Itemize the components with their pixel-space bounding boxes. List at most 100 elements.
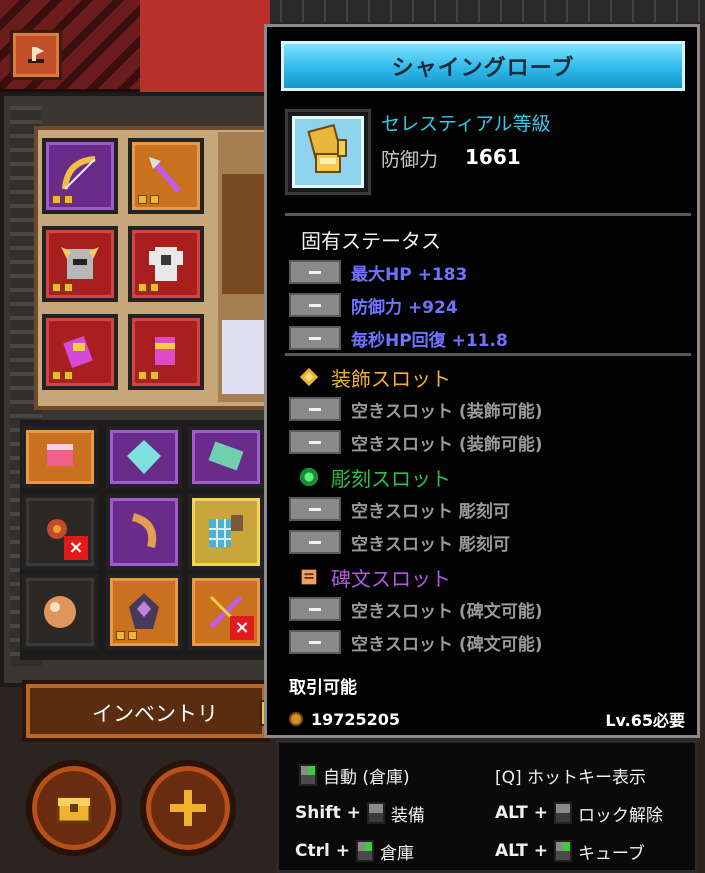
intrinsic-stats-header: 固有ステータス bbox=[301, 229, 441, 253]
character-preview bbox=[218, 132, 270, 402]
key-hints-panel: 自動 (倉庫) [Q] ホットキー表示 Shift + 装備 ALT + ロック… bbox=[276, 740, 698, 873]
equip-slot-arrow[interactable] bbox=[128, 138, 204, 214]
accessory-slot-header: 装飾スロット bbox=[297, 363, 451, 391]
hint-equip-text: 装備 bbox=[390, 805, 425, 826]
hint-hotkey: [Q] ホットキー表示 bbox=[495, 761, 646, 789]
stat-row: 防御力 +924 bbox=[289, 292, 458, 318]
stat-text: 最大HP +183 bbox=[351, 264, 468, 285]
cyan-gem-icon bbox=[127, 440, 161, 474]
equip-slot-bow[interactable] bbox=[42, 138, 118, 214]
shift-key: Shift + bbox=[295, 803, 361, 823]
item-tooltip: シャイングローブ セレスティアル等級 防御力 1661 固有ステータス 最大HP… bbox=[264, 24, 700, 738]
engrave-header-text: 彫刻スロット bbox=[331, 466, 451, 491]
gold-coin-icon bbox=[289, 712, 303, 726]
hint-ctrl-storage: Ctrl + 倉庫 bbox=[295, 837, 414, 865]
stat-text: 防御力 +924 bbox=[351, 297, 458, 318]
stat-text: 毎秒HP回復 +11.8 bbox=[351, 330, 508, 351]
gloves-icon bbox=[63, 336, 93, 368]
bow-icon bbox=[62, 156, 96, 190]
helmet-icon bbox=[61, 247, 99, 279]
mouse-right-icon bbox=[355, 840, 374, 862]
defense-label: 防御力 bbox=[381, 149, 439, 171]
inventory-slot-9[interactable]: × bbox=[188, 574, 264, 650]
item-grade: セレスティアル等級 bbox=[381, 113, 551, 135]
inventory-slot-1[interactable] bbox=[22, 426, 98, 488]
stat-marker bbox=[289, 326, 341, 350]
tradable-label: 取引可能 bbox=[289, 678, 357, 698]
empty-slot-text: 空きスロット (装飾可能) bbox=[351, 401, 543, 422]
equip-slot-boots[interactable] bbox=[128, 314, 204, 390]
spiked-armor-icon bbox=[129, 593, 159, 629]
alt-key: ALT + bbox=[495, 841, 548, 861]
armor-icon bbox=[149, 247, 183, 281]
defense-value: 1661 bbox=[465, 145, 521, 169]
chest-icon bbox=[56, 796, 92, 824]
arrow-icon bbox=[149, 157, 182, 193]
horn-icon bbox=[131, 513, 157, 548]
empty-slot-text: 空きスロット (碑文可能) bbox=[351, 634, 543, 655]
slot-marker bbox=[289, 397, 341, 421]
empty-slot-text: 空きスロット (碑文可能) bbox=[351, 601, 543, 622]
slot-marker bbox=[289, 497, 341, 521]
divider bbox=[285, 213, 691, 216]
inventory-slot-7[interactable] bbox=[22, 574, 98, 650]
stat-row: 最大HP +183 bbox=[289, 259, 467, 285]
stat-marker bbox=[289, 293, 341, 317]
alt-key: ALT + bbox=[495, 803, 548, 823]
item-icon-frame bbox=[285, 109, 371, 195]
hint-unlock-text: ロック解除 bbox=[577, 805, 663, 826]
mouse-icon bbox=[366, 802, 385, 824]
slot-marker bbox=[289, 597, 341, 621]
gold-amount: 19725205 bbox=[311, 709, 401, 729]
slot-marker bbox=[289, 630, 341, 654]
boots-icon bbox=[155, 337, 175, 365]
scroll-icon bbox=[301, 569, 317, 585]
equip-slot-armor[interactable] bbox=[128, 226, 204, 302]
inventory-slot-3[interactable] bbox=[188, 426, 264, 488]
locked-x-icon: × bbox=[230, 616, 254, 640]
hint-cube-text: キューブ bbox=[577, 843, 645, 864]
gauntlet-icon bbox=[307, 124, 347, 173]
rune-header-text: 碑文スロット bbox=[331, 566, 451, 591]
engrave-slot-row: 空きスロット 彫刻可 bbox=[289, 529, 510, 555]
empty-slot-text: 空きスロット (装飾可能) bbox=[351, 434, 543, 455]
hint-alt-unlock: ALT + ロック解除 bbox=[495, 799, 663, 827]
inventory-slot-6[interactable] bbox=[188, 494, 264, 570]
cross-icon bbox=[170, 790, 206, 826]
green-orb-icon bbox=[299, 467, 319, 487]
inventory-slot-5[interactable] bbox=[106, 494, 182, 570]
equip-slot-helmet[interactable] bbox=[42, 226, 118, 302]
chest-button[interactable] bbox=[26, 760, 122, 856]
mouse-right-icon bbox=[553, 840, 572, 862]
inventory-slot-2[interactable] bbox=[106, 426, 182, 488]
hint-auto-text: 自動 (倉庫) bbox=[323, 767, 410, 788]
diamond-icon bbox=[299, 367, 319, 387]
red-gem-icon bbox=[47, 444, 73, 466]
empty-slot-text: 空きスロット 彫刻可 bbox=[351, 534, 510, 555]
orange-orb-icon bbox=[44, 596, 76, 628]
item-title-bar: シャイングローブ bbox=[281, 41, 685, 91]
accessory-slot-row: 空きスロット (装飾可能) bbox=[289, 396, 542, 422]
slot-marker bbox=[289, 530, 341, 554]
equip-slot-gloves[interactable] bbox=[42, 314, 118, 390]
accessory-header-text: 装飾スロット bbox=[331, 366, 451, 391]
mouse-icon bbox=[553, 802, 572, 824]
locked-x-icon: × bbox=[64, 536, 88, 560]
grid-item-icon bbox=[209, 515, 243, 547]
hint-shift-equip: Shift + 装備 bbox=[295, 799, 425, 827]
rune-slot-row: 空きスロット (碑文可能) bbox=[289, 596, 542, 622]
teal-gem-icon bbox=[208, 441, 244, 471]
inventory-button[interactable]: インベントリ bbox=[22, 680, 286, 742]
inventory-slot-8[interactable] bbox=[106, 574, 182, 650]
slot-marker bbox=[289, 430, 341, 454]
back-button[interactable] bbox=[10, 30, 62, 80]
ctrl-key: Ctrl + bbox=[295, 841, 350, 861]
hint-alt-cube: ALT + キューブ bbox=[495, 837, 645, 865]
skill-button[interactable] bbox=[140, 760, 236, 856]
item-name: シャイングローブ bbox=[391, 56, 575, 81]
required-level: Lv.65必要 bbox=[605, 711, 685, 730]
inventory-slot-4[interactable]: × bbox=[22, 494, 98, 570]
hint-hotkey-text: [Q] ホットキー表示 bbox=[495, 767, 647, 788]
gold-value: 19725205 bbox=[289, 707, 400, 731]
engrave-slot-header: 彫刻スロット bbox=[297, 463, 451, 491]
